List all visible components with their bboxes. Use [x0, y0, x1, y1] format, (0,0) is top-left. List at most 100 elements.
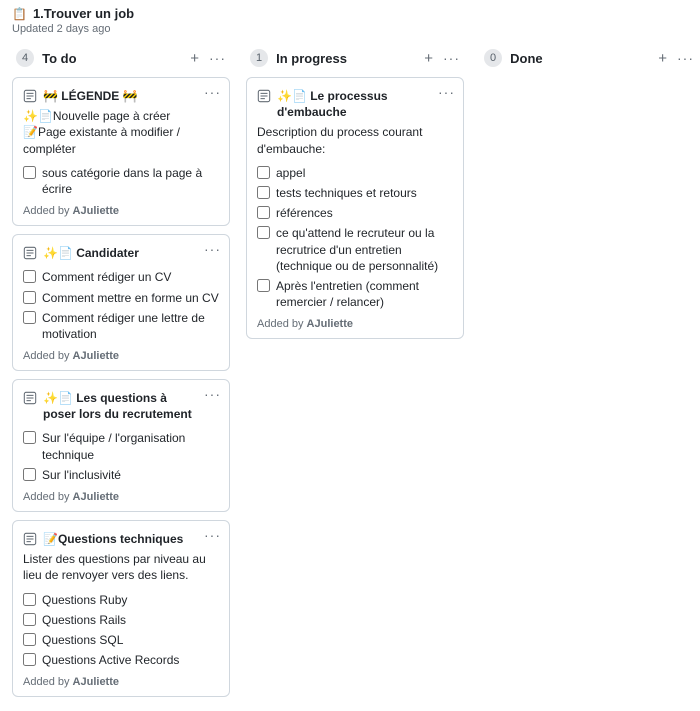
checklist-item[interactable]: Comment mettre en forme un CV: [23, 290, 219, 306]
checklist-item-label: ce qu'attend le recruteur ou la recrutri…: [276, 225, 453, 274]
add-card-button[interactable]: +: [190, 50, 199, 67]
column-title: To do: [42, 51, 190, 66]
board-column: 1In progress+······✨📄 Le processus d'emb…: [246, 43, 464, 347]
board-column: 0 Done+ ···: [480, 43, 698, 77]
card-checklist: sous catégorie dans la page à écrire: [23, 165, 219, 197]
checklist-item[interactable]: références: [257, 205, 453, 221]
checklist-item[interactable]: tests techniques et retours: [257, 185, 453, 201]
checklist-item[interactable]: Sur l'inclusivité: [23, 467, 219, 483]
checklist-item[interactable]: Questions Ruby: [23, 592, 219, 608]
note-icon: [257, 89, 271, 103]
note-icon: [23, 532, 37, 546]
column-title: Done: [510, 51, 658, 66]
checklist-checkbox[interactable]: [257, 166, 270, 179]
checklist-item-label: appel: [276, 165, 305, 181]
checklist-item-label: Questions Active Records: [42, 652, 179, 668]
checklist-item[interactable]: Questions SQL: [23, 632, 219, 648]
card-added-by: Added by AJuliette: [23, 676, 219, 688]
card-title: 🚧 LÉGENDE 🚧: [43, 88, 138, 104]
checklist-checkbox[interactable]: [23, 468, 36, 481]
add-card-button[interactable]: +: [424, 50, 433, 67]
checklist-checkbox[interactable]: [23, 291, 36, 304]
card-title: ✨📄 Les questions à poser lors du recrute…: [43, 390, 201, 422]
card-added-by: Added by AJuliette: [23, 350, 219, 362]
board-card[interactable]: ··· 📝Questions techniques Lister des quest…: [12, 520, 230, 697]
updated-label: Updated 2 days ago: [12, 23, 688, 35]
checklist-item-label: Sur l'inclusivité: [42, 467, 121, 483]
column-count-badge: 4: [16, 49, 34, 67]
checklist-item[interactable]: appel: [257, 165, 453, 181]
checklist-checkbox[interactable]: [23, 653, 36, 666]
checklist-checkbox[interactable]: [257, 279, 270, 292]
card-added-by: Added by AJuliette: [23, 491, 219, 503]
project-icon: 📋: [12, 7, 27, 21]
checklist-item-label: Après l'entretien (comment remercier / r…: [276, 278, 453, 310]
card-menu-button[interactable]: ···: [204, 386, 221, 402]
checklist-item[interactable]: Questions Rails: [23, 612, 219, 628]
note-icon: [23, 391, 37, 405]
card-added-by: Added by AJuliette: [257, 318, 453, 330]
card-menu-button[interactable]: ···: [438, 84, 455, 100]
column-header: 4 To do+ ···: [12, 43, 230, 77]
column-count-badge: 1: [250, 49, 268, 67]
checklist-checkbox[interactable]: [23, 270, 36, 283]
checklist-checkbox[interactable]: [23, 431, 36, 444]
checklist-checkbox[interactable]: [257, 206, 270, 219]
card-description: Description du process courant d'embauch…: [257, 124, 453, 156]
checklist-item[interactable]: Comment rédiger une lettre de motivation: [23, 310, 219, 342]
board-card[interactable]: ··· 🚧 LÉGENDE 🚧 ✨📄Nouvelle page à créer📝Pa…: [12, 77, 230, 226]
card-title: ✨📄 Le processus d'embauche: [277, 88, 435, 120]
checklist-item-label: Questions Rails: [42, 612, 126, 628]
checklist-item[interactable]: Sur l'équipe / l'organisation technique: [23, 430, 219, 462]
card-menu-button[interactable]: ···: [204, 84, 221, 100]
card-description: ✨📄Nouvelle page à créer📝Page existante à…: [23, 108, 219, 157]
note-icon: [23, 246, 37, 260]
checklist-item[interactable]: Comment rédiger un CV: [23, 269, 219, 285]
add-card-button[interactable]: +: [658, 50, 667, 67]
page-title: 1.Trouver un job: [33, 6, 134, 21]
checklist-item[interactable]: ce qu'attend le recruteur ou la recrutri…: [257, 225, 453, 274]
kanban-board: 4To do+······🚧 LÉGENDE 🚧✨📄Nouvelle page …: [12, 43, 688, 705]
column-title: In progress: [276, 51, 424, 66]
checklist-item-label: Comment rédiger un CV: [42, 269, 171, 285]
board-card[interactable]: ···✨📄 CandidaterComment rédiger un CVCom…: [12, 234, 230, 371]
column-menu-button[interactable]: ···: [443, 50, 460, 67]
card-checklist: Sur l'équipe / l'organisation technique S…: [23, 430, 219, 483]
column-menu-button[interactable]: ···: [677, 50, 694, 67]
checklist-item-label: Questions SQL: [42, 632, 123, 648]
board-column: 4 To do+ ··· ··· 🚧 LÉGENDE 🚧 ✨📄Nouvelle page …: [12, 43, 230, 705]
card-title: ✨📄 Candidater: [43, 245, 139, 261]
card-menu-button[interactable]: ···: [204, 527, 221, 543]
card-checklist: Comment rédiger un CV Comment mettre en f…: [23, 269, 219, 342]
card-description: Lister des questions par niveau au lieu …: [23, 551, 219, 583]
card-added-by: Added by AJuliette: [23, 205, 219, 217]
card-checklist: appel tests techniques et retours référenc…: [257, 165, 453, 311]
column-count-badge: 0: [484, 49, 502, 67]
page-header: 📋 1.Trouver un job Updated 2 days ago: [12, 6, 688, 35]
checklist-item-label: Questions Ruby: [42, 592, 127, 608]
column-menu-button[interactable]: ···: [209, 50, 226, 67]
checklist-item[interactable]: Après l'entretien (comment remercier / r…: [257, 278, 453, 310]
checklist-checkbox[interactable]: [23, 166, 36, 179]
checklist-checkbox[interactable]: [257, 226, 270, 239]
checklist-item[interactable]: Questions Active Records: [23, 652, 219, 668]
checklist-item[interactable]: sous catégorie dans la page à écrire: [23, 165, 219, 197]
checklist-item-label: Sur l'équipe / l'organisation technique: [42, 430, 219, 462]
board-card[interactable]: ···✨📄 Les questions à poser lors du recr…: [12, 379, 230, 512]
column-header: 1 In progress+ ···: [246, 43, 464, 77]
checklist-checkbox[interactable]: [257, 186, 270, 199]
checklist-item-label: références: [276, 205, 333, 221]
column-header: 0 Done+ ···: [480, 43, 698, 77]
checklist-checkbox[interactable]: [23, 613, 36, 626]
card-checklist: Questions Ruby Questions Rails Questions S…: [23, 592, 219, 669]
checklist-checkbox[interactable]: [23, 633, 36, 646]
checklist-checkbox[interactable]: [23, 311, 36, 324]
checklist-item-label: sous catégorie dans la page à écrire: [42, 165, 219, 197]
card-menu-button[interactable]: ···: [204, 241, 221, 257]
checklist-item-label: Comment mettre en forme un CV: [42, 290, 219, 306]
card-title: 📝Questions techniques: [43, 531, 183, 547]
note-icon: [23, 89, 37, 103]
checklist-item-label: tests techniques et retours: [276, 185, 417, 201]
board-card[interactable]: ···✨📄 Le processus d'embauche Description…: [246, 77, 464, 339]
checklist-checkbox[interactable]: [23, 593, 36, 606]
